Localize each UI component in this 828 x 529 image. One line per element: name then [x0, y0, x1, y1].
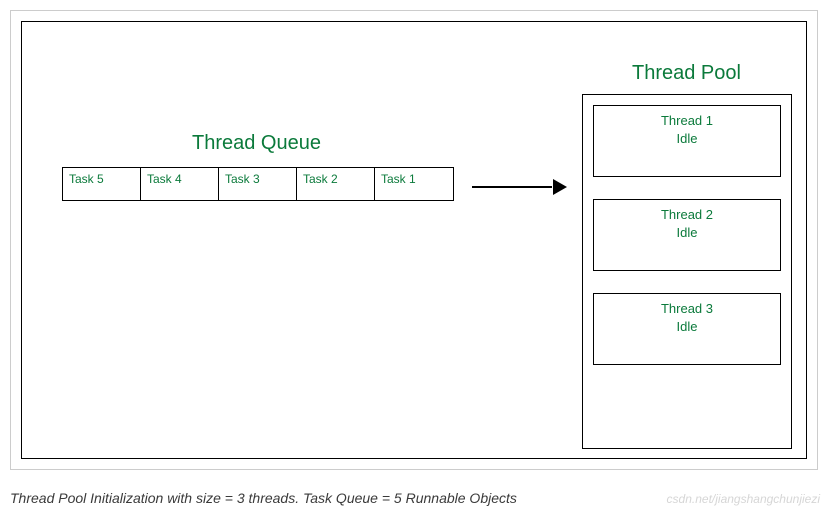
task-cell: Task 2	[297, 168, 375, 200]
thread-name: Thread 1	[661, 112, 713, 130]
arrow-icon	[472, 177, 567, 197]
diagram-inner-frame: Thread Queue Task 5 Task 4 Task 3 Task 2…	[21, 21, 807, 459]
thread-name: Thread 2	[661, 206, 713, 224]
task-cell: Task 3	[219, 168, 297, 200]
task-cell: Task 5	[63, 168, 141, 200]
diagram-outer-frame: Thread Queue Task 5 Task 4 Task 3 Task 2…	[10, 10, 818, 470]
thread-name: Thread 3	[661, 300, 713, 318]
task-cell: Task 1	[375, 168, 453, 200]
thread-status: Idle	[677, 224, 698, 242]
thread-queue-title: Thread Queue	[192, 132, 321, 155]
thread-pool-title: Thread Pool	[632, 62, 741, 85]
thread-queue: Task 5 Task 4 Task 3 Task 2 Task 1	[62, 167, 454, 201]
thread-pool-container: Thread 1 Idle Thread 2 Idle Thread 3 Idl…	[582, 94, 792, 449]
task-cell: Task 4	[141, 168, 219, 200]
thread-status: Idle	[677, 130, 698, 148]
thread-box: Thread 1 Idle	[593, 105, 781, 177]
thread-status: Idle	[677, 318, 698, 336]
thread-box: Thread 3 Idle	[593, 293, 781, 365]
watermark-text: csdn.net/jiangshangchunjiezi	[667, 492, 820, 506]
thread-box: Thread 2 Idle	[593, 199, 781, 271]
diagram-caption: Thread Pool Initialization with size = 3…	[10, 490, 517, 506]
